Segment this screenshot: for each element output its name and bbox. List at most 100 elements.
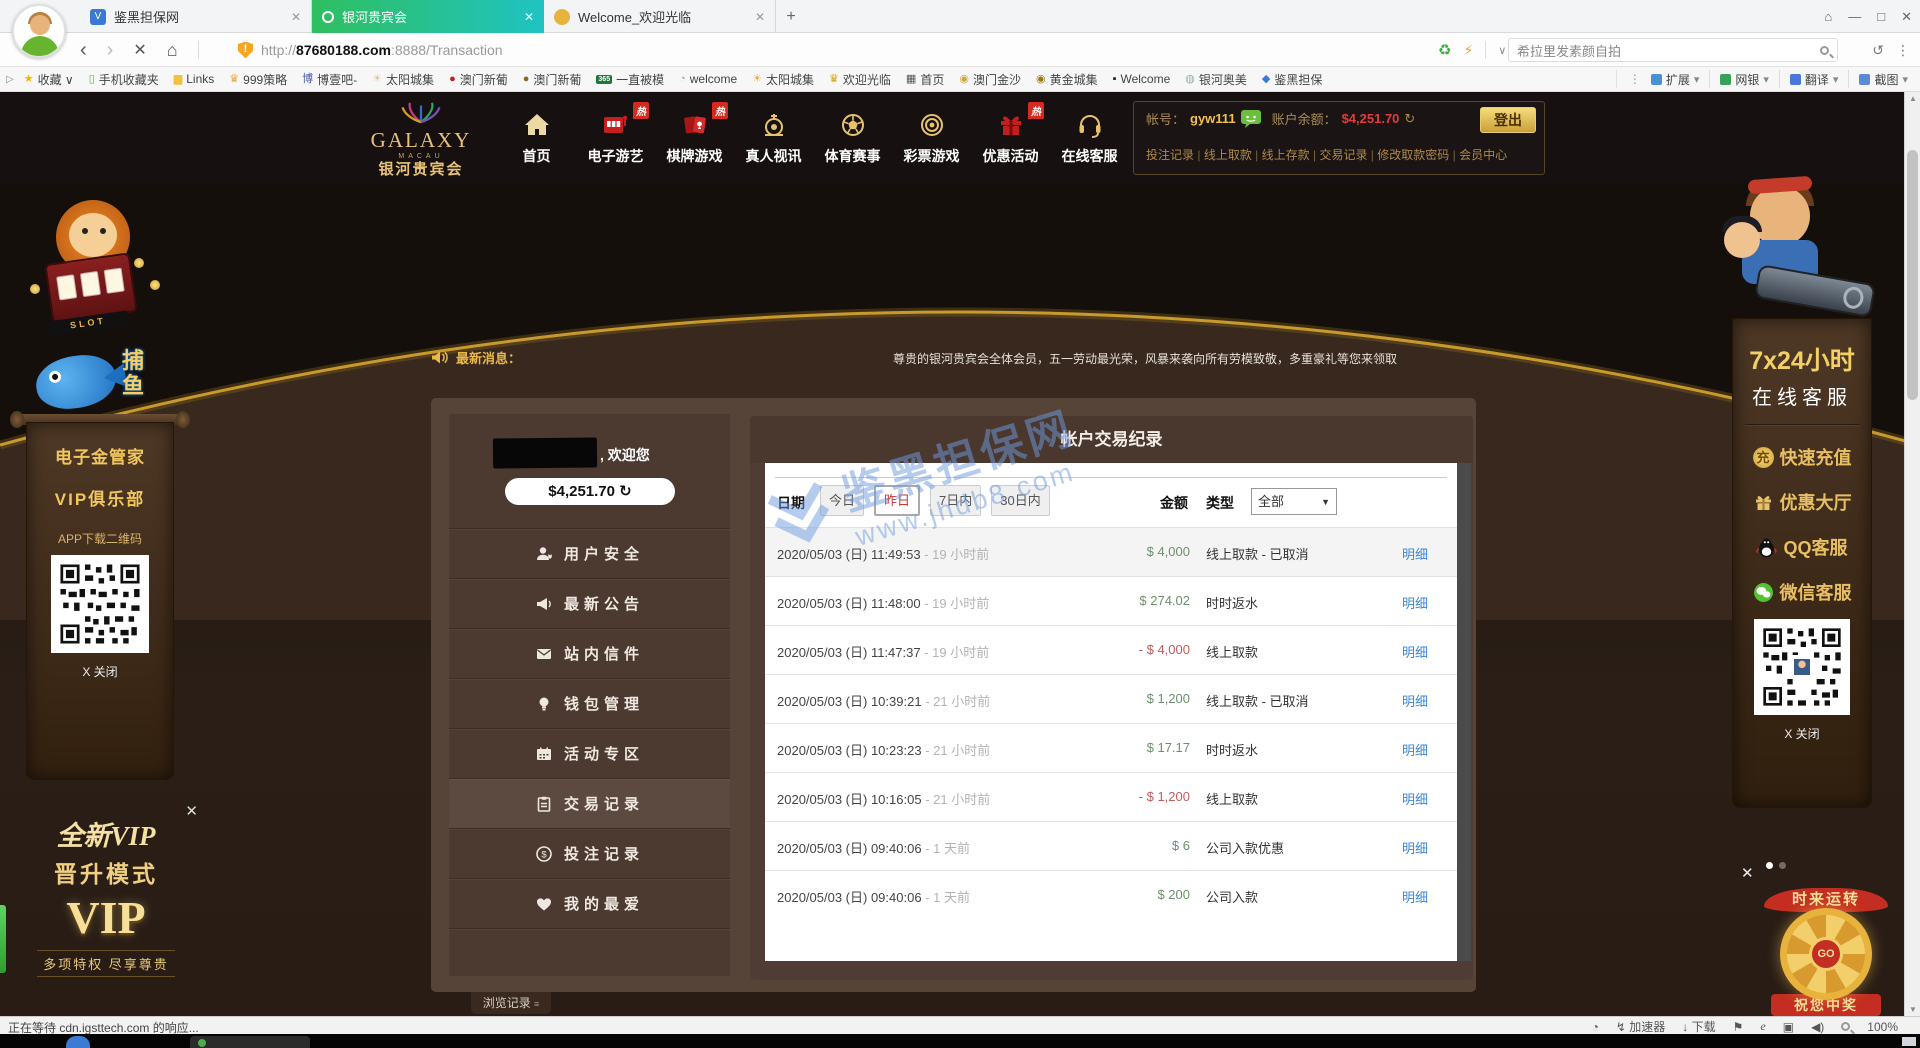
menu-item-wallet[interactable]: 钱包管理 [449,678,730,728]
row-detail-link[interactable]: 明细 [1402,740,1428,759]
bookmark-item[interactable]: ◆ 鉴黑担保 [1262,71,1322,88]
close-icon[interactable]: ✕ [1741,864,1754,882]
new-tab-button[interactable]: + [776,0,806,33]
close-icon[interactable]: ✕ [185,802,198,820]
tab-galaxy-active[interactable]: 银河贵宾会 ✕ [312,0,544,33]
bookmark-item[interactable]: 365 一直被模 [596,71,664,88]
tab-jianhei[interactable]: V 鉴黑担保网 ✕ [80,0,312,33]
flag-icon[interactable]: ⚑ [1733,1020,1744,1034]
chat-bubble-icon[interactable] [1241,110,1261,128]
ie-icon[interactable]: e [1760,1019,1765,1034]
row-detail-link[interactable]: 明细 [1402,838,1428,857]
stop-icon[interactable]: ✕ [133,40,146,60]
taskbar-app-icon[interactable] [66,1036,90,1048]
row-detail-link[interactable]: 明细 [1402,642,1428,661]
row-detail-link[interactable]: 明细 [1402,544,1428,563]
bookmark-item[interactable]: ▦ 首页 [906,71,944,88]
speaker-icon[interactable]: ◀) [1811,1020,1824,1034]
browser-avatar[interactable] [12,4,66,58]
nav-slots[interactable]: 热 电子游艺 [576,110,655,166]
back-icon[interactable]: ‹ [80,39,87,62]
type-select[interactable]: 全部 ▼ [1251,488,1337,515]
right-item-recharge[interactable]: 充 快速充值 [1733,444,1871,470]
bookmark-item[interactable]: ◍ 银河奥美 [1185,71,1247,88]
chevron-down-icon[interactable]: ∨ [1498,44,1506,57]
maximize-icon[interactable]: □ [1877,9,1885,24]
menu-item-messages[interactable]: 站内信件 [449,628,730,678]
pin-window-icon[interactable]: ⌂ [1824,9,1832,24]
menu-item-user-safety[interactable]: 用户安全 [449,528,730,578]
nav-promotions[interactable]: 热 优惠活动 [971,110,1050,166]
row-detail-link[interactable]: 明细 [1402,593,1428,612]
speed-mode-icon[interactable]: ⚡ [1463,42,1473,59]
lucky-wheel-promo[interactable]: 时来运转 GO 祝您中奖 [1756,888,1896,1016]
account-link[interactable]: 线上取款 [1204,148,1262,162]
search-input[interactable]: 希拉里发素颜自拍 [1508,38,1838,62]
site-safety-shield-icon[interactable] [238,42,253,59]
accelerator-tool[interactable]: ↯ 加速器 [1616,1018,1665,1035]
bookmark-item[interactable]: ♛ 欢迎光临 [829,71,891,88]
account-link[interactable]: 会员中心 [1459,148,1507,162]
bookmark-item[interactable]: ◔ welcome [679,72,737,86]
nav-sports[interactable]: 体育赛事 [813,110,892,166]
menu-dots-icon[interactable]: ⋮ [1629,72,1641,86]
left-banner-item-vipclub[interactable]: VIP俱乐部 [27,485,173,510]
menu-item-transactions[interactable]: 交易记录 [449,778,730,828]
left-banner-close[interactable]: X 关闭 [27,663,173,680]
toolbar-screenshot[interactable]: 截图▾ [1859,71,1908,88]
bookmark-item[interactable]: 博 博壹吧- [302,71,357,88]
menu-dots-icon[interactable]: ⋮ [1896,42,1910,59]
row-detail-link[interactable]: 明细 [1402,887,1428,906]
home-icon[interactable]: ⌂ [167,40,178,61]
url-field[interactable]: http://87680188.com:8888/Transaction [238,37,1428,63]
refresh-balance-icon[interactable]: ↻ [1404,111,1415,127]
side-feedback-tab[interactable] [0,905,6,973]
row-detail-link[interactable]: 明细 [1402,691,1428,710]
vip-promo[interactable]: ✕ 全新VIP 晋升模式 VIP 多项特权 尽享尊贵 [6,814,206,1010]
tab-close-icon[interactable]: ✕ [524,10,534,24]
tab-close-icon[interactable]: ✕ [755,10,765,24]
bookmark-item[interactable]: ♛ 999策略 [229,71,287,88]
zoom-icon[interactable] [1841,1022,1850,1031]
refresh-page-icon[interactable]: ↺ [1872,42,1884,59]
scrollbar-thumb[interactable] [1907,150,1918,400]
tab-welcome[interactable]: Welcome_欢迎光临 ✕ [544,0,776,33]
carousel-dots[interactable] [1766,862,1786,869]
tab-close-icon[interactable]: ✕ [291,10,301,24]
site-logo[interactable]: GALAXY MACAU 银河贵宾会 [355,100,487,177]
left-banner-item-egold[interactable]: 电子金管家 [27,443,173,468]
bookmark-item[interactable]: ▯ 手机收藏夹 [89,71,159,88]
bookmark-item[interactable]: ▆ Links [174,72,214,86]
ad-filter-icon[interactable]: ♻ [1438,41,1451,59]
taskbar-window-preview[interactable] [190,1036,310,1048]
menu-item-favorites[interactable]: 我的最爱 [449,878,730,928]
toolbar-ebank[interactable]: 网银▾ [1720,71,1769,88]
right-item-wechat[interactable]: 微信客服 [1733,579,1871,605]
menu-item-announcements[interactable]: 最新公告 [449,578,730,628]
nav-cards[interactable]: 热 棋牌游戏 [655,110,734,166]
account-link[interactable]: 交易记录 [1319,148,1377,162]
right-item-qq[interactable]: QQ客服 [1733,534,1871,560]
download-tool[interactable]: ↓ 下载 [1682,1018,1715,1035]
nav-service[interactable]: 在线客服 [1050,110,1129,166]
nav-live[interactable]: 真人视讯 [734,110,813,166]
account-link[interactable]: 投注记录 [1146,148,1204,162]
bookmark-item[interactable]: ◉ 澳门金沙 [959,71,1021,88]
date-filter-button[interactable]: 今日 [820,485,864,516]
menu-item-activities[interactable]: 活动专区 [449,728,730,778]
bookmark-item[interactable]: ◉ 黄金城集 [1036,71,1098,88]
bookmark-item[interactable]: ☀ 太阳城集 [372,71,434,88]
date-filter-button[interactable]: 昨日 [874,485,920,516]
member-balance-button[interactable]: $4,251.70 ↻ [505,478,675,505]
bookmark-item[interactable]: ★ 收藏 ∨ [24,71,74,88]
date-filter-button[interactable]: 7日内 [930,485,981,516]
minimize-icon[interactable]: — [1848,9,1861,24]
toolbar-translate[interactable]: 翻译▾ [1790,71,1839,88]
bookmark-item[interactable]: ● 澳门新葡 [449,71,508,88]
dashboard-icon[interactable]: ◔ [1592,1020,1599,1034]
search-icon[interactable] [1820,46,1829,55]
bookmark-item[interactable]: ● 澳门新葡 [523,71,582,88]
bookmark-item[interactable]: ☀ 太阳城集 [752,71,814,88]
right-banner-close[interactable]: X 关闭 [1733,725,1871,742]
scroll-down-icon[interactable]: ▼ [1905,1005,1920,1014]
